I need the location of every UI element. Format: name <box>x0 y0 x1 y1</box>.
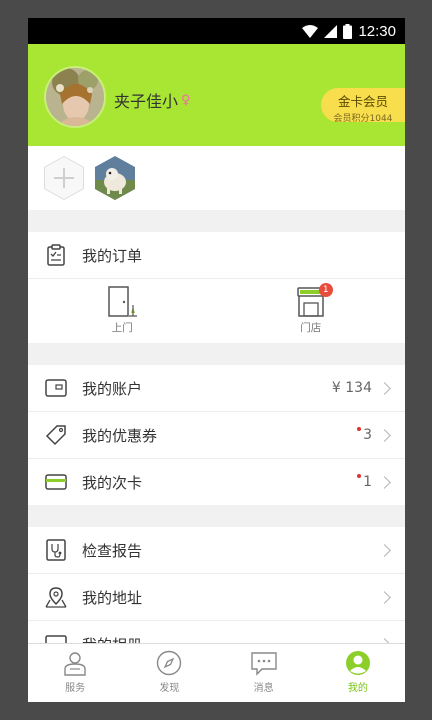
account-section: 我的账户 ¥ 134 我的优惠券 3 我的次卡 1 <box>28 365 405 505</box>
report-row[interactable]: 检查报告 <box>28 527 405 574</box>
profile-header: 夹子佳小 ♀ 金卡会员 会员积分1044 <box>28 44 405 146</box>
service-person-icon <box>64 652 86 676</box>
tab-mine-label: 我的 <box>347 683 368 694</box>
tab-discover-label: 发现 <box>159 683 180 694</box>
order-types: 上门 1 门店 <box>28 279 405 343</box>
member-level: 金卡会员 <box>337 94 388 109</box>
times-card-row[interactable]: 我的次卡 1 <box>28 459 405 505</box>
coupon-row[interactable]: 我的优惠券 3 <box>28 412 405 459</box>
wifi-icon <box>302 24 319 38</box>
times-card-count: 1 <box>363 474 372 490</box>
member-points: 会员积分1044 <box>333 114 393 124</box>
chevron-right-icon <box>378 590 391 604</box>
chevron-right-icon <box>378 381 391 395</box>
location-pin-icon <box>45 587 67 608</box>
wallet-icon <box>45 379 67 397</box>
times-card-new-dot <box>357 474 362 478</box>
coupon-tag-icon <box>45 425 66 446</box>
phone-screen: 12:30 夹子佳小 ♀ 金卡会员 会员积分1044 我的订单 上门 1 门店 … <box>28 18 405 702</box>
battery-icon <box>343 23 353 39</box>
address-row[interactable]: 我的地址 <box>28 574 405 621</box>
account-balance: ¥ 134 <box>331 380 372 396</box>
store-order-count-badge: 1 <box>318 283 333 297</box>
orders-row[interactable]: 我的订单 <box>28 232 405 279</box>
orders-label: 我的订单 <box>82 246 143 265</box>
address-label: 我的地址 <box>82 588 143 607</box>
profile-icon <box>345 651 370 675</box>
orders-section: 我的订单 上门 1 门店 <box>28 232 405 343</box>
medical-report-icon <box>46 539 66 561</box>
times-card-label: 我的次卡 <box>82 473 143 492</box>
chevron-right-icon <box>378 543 391 557</box>
tab-discover[interactable]: 发现 <box>122 644 216 702</box>
order-home-label: 上门 <box>111 322 133 334</box>
status-time: 12:30 <box>358 22 396 40</box>
member-badge[interactable]: 金卡会员 会员积分1044 <box>321 88 405 124</box>
order-home-service[interactable]: 上门 <box>28 279 217 343</box>
account-label: 我的账户 <box>82 379 143 398</box>
door-icon <box>108 286 138 317</box>
female-gender-icon: ♀ <box>181 92 191 108</box>
clipboard-icon <box>47 244 65 266</box>
tab-mine[interactable]: 我的 <box>311 644 405 702</box>
signal-icon <box>324 24 338 38</box>
username-text: 夹子佳小 <box>114 92 179 111</box>
account-row[interactable]: 我的账户 ¥ 134 <box>28 365 405 412</box>
tab-service-label: 服务 <box>65 683 86 694</box>
chevron-right-icon <box>378 428 391 442</box>
order-store-label: 门店 <box>300 322 322 334</box>
report-label: 检查报告 <box>82 541 143 560</box>
username[interactable]: 夹子佳小 ♀ <box>114 88 191 112</box>
tab-service[interactable]: 服务 <box>28 644 122 702</box>
message-bubble-icon <box>250 652 277 676</box>
add-pet-button[interactable] <box>44 156 84 200</box>
status-bar: 12:30 <box>28 18 405 44</box>
order-store[interactable]: 1 门店 <box>217 279 406 343</box>
plus-icon <box>54 168 74 188</box>
pet-list <box>28 146 405 210</box>
coupon-label: 我的优惠券 <box>82 426 158 445</box>
bottom-tab-bar: 服务 发现 消息 我的 <box>28 643 405 702</box>
avatar[interactable] <box>44 66 106 128</box>
compass-icon <box>157 650 182 676</box>
coupon-count: 3 <box>363 427 372 443</box>
coupon-new-dot <box>357 427 362 431</box>
pet-avatar[interactable] <box>95 156 135 200</box>
card-icon <box>45 474 67 490</box>
chevron-right-icon <box>378 475 391 489</box>
tab-messages-label: 消息 <box>253 683 274 694</box>
tab-messages[interactable]: 消息 <box>217 644 311 702</box>
